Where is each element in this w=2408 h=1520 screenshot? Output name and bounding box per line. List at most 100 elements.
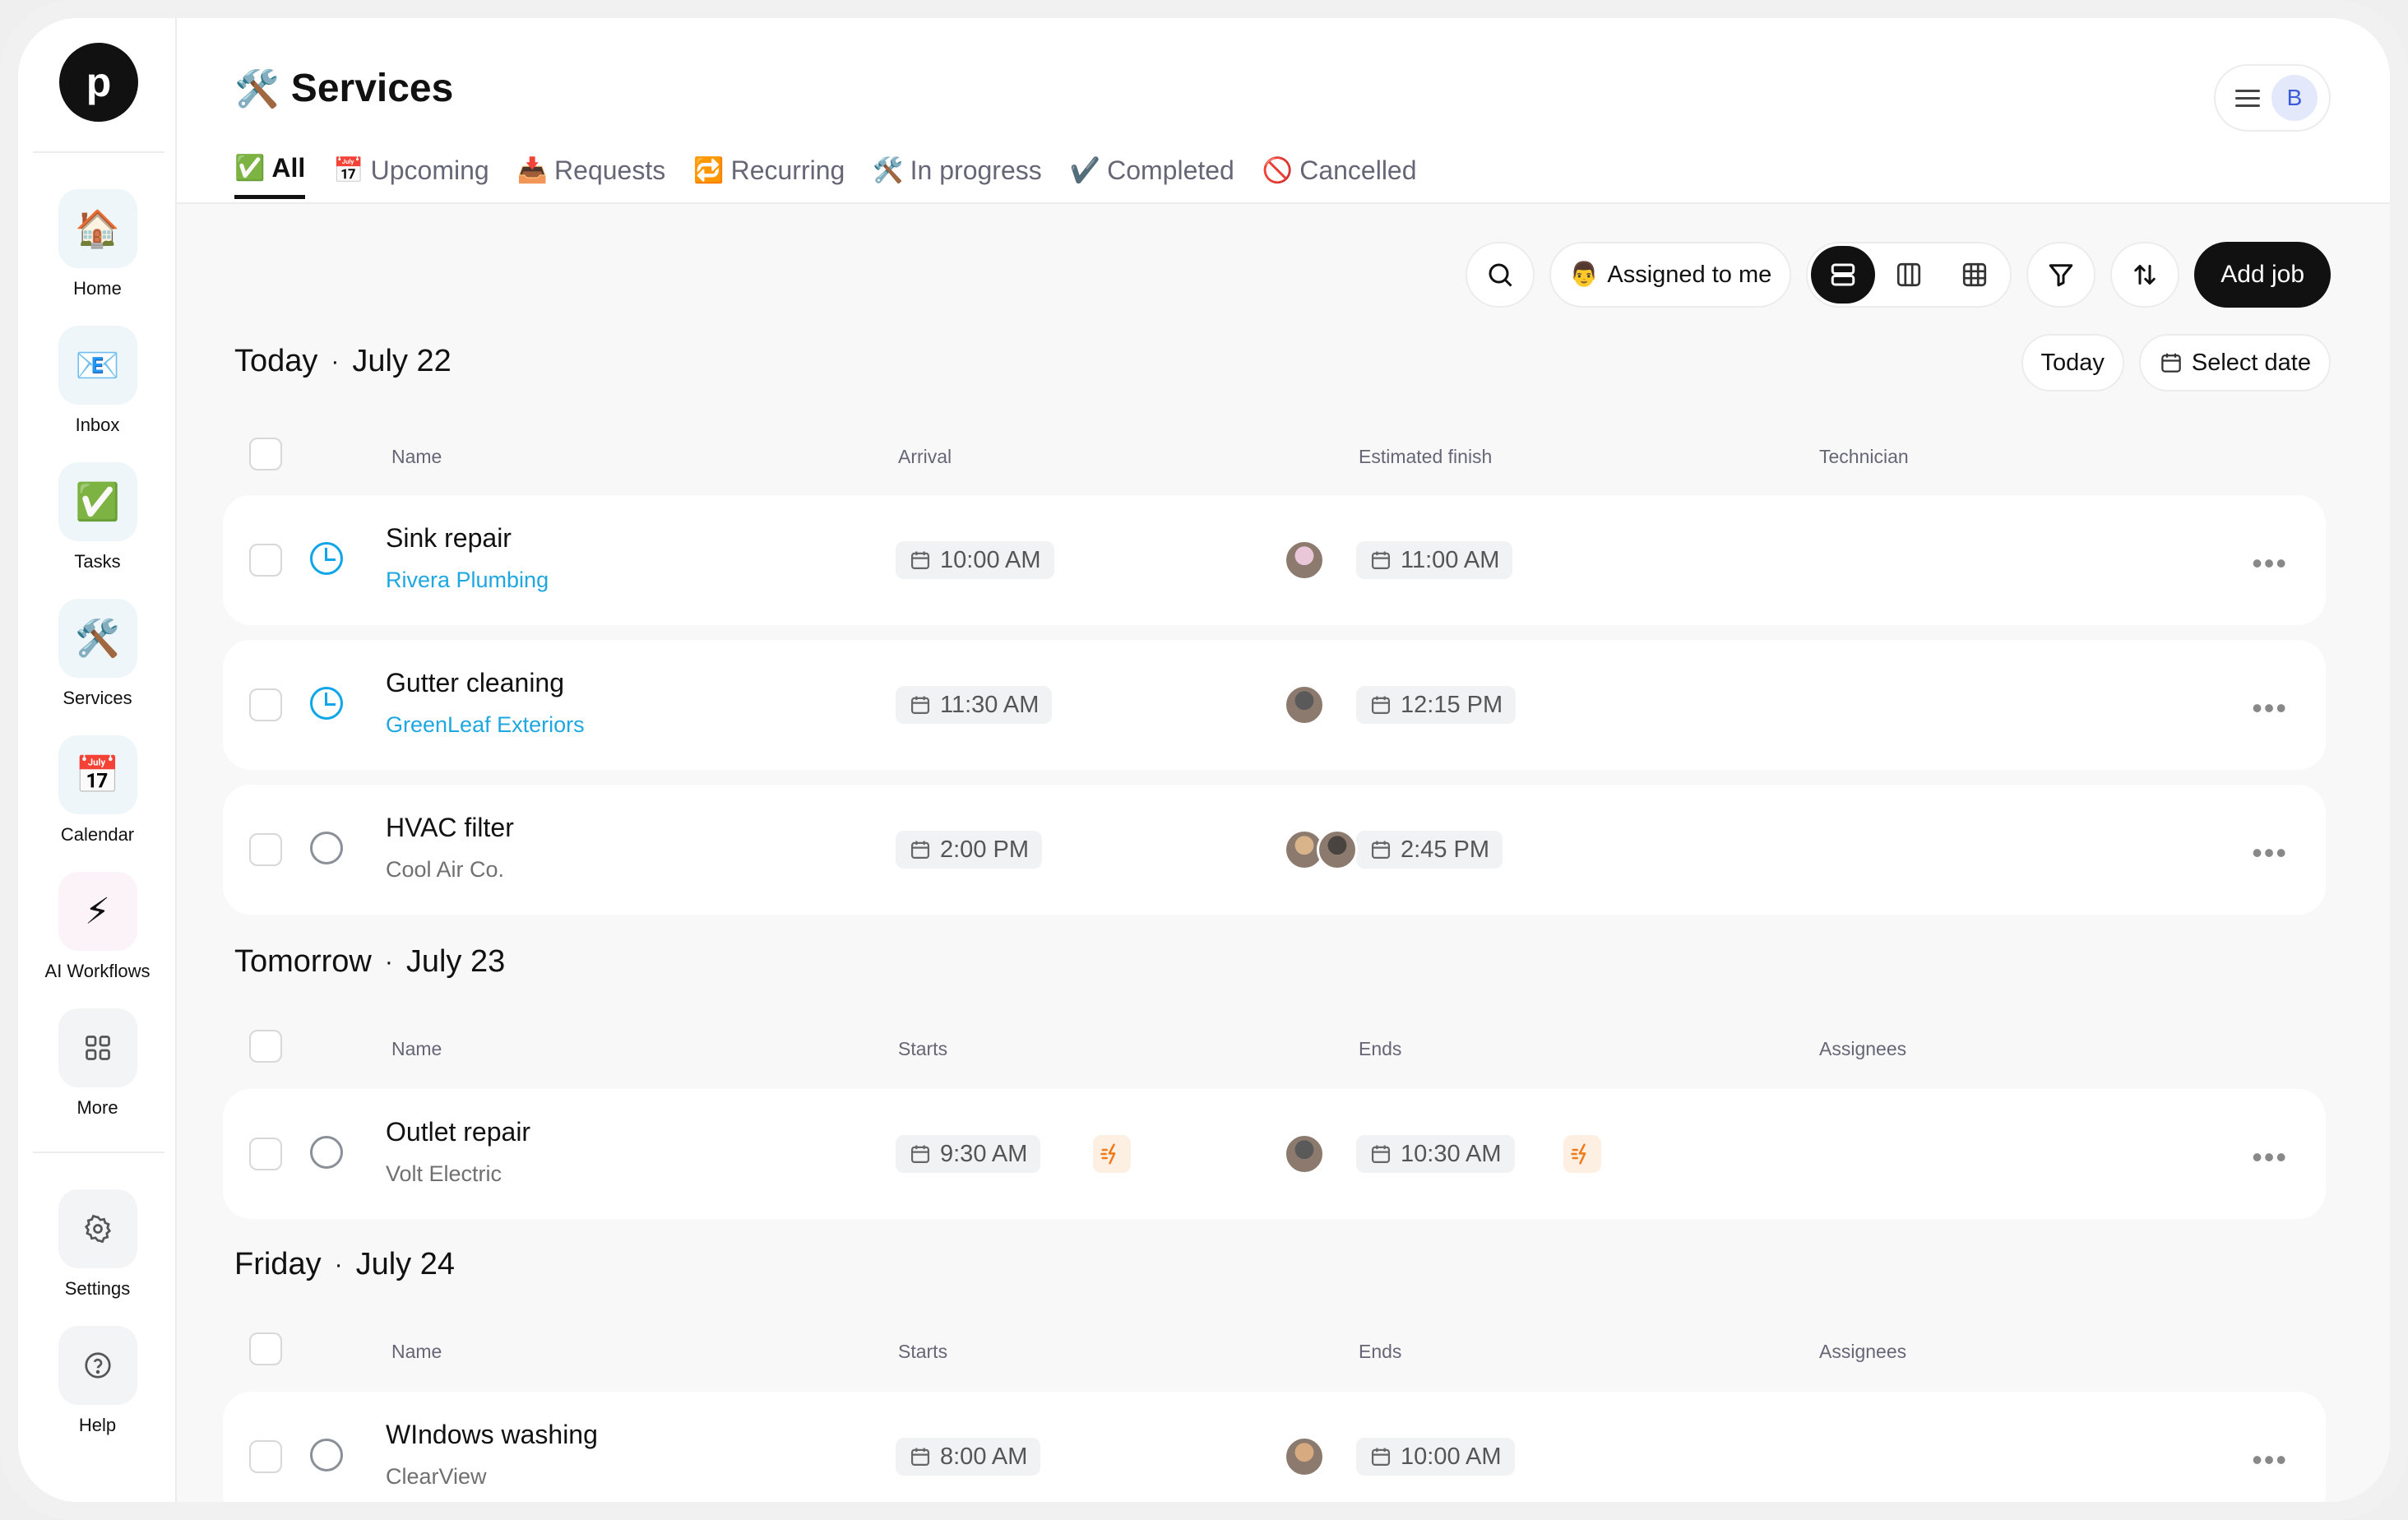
sidebar-item-label: Services: [63, 688, 132, 708]
sidebar-item-settings[interactable]: Settings: [18, 1189, 177, 1300]
client-name[interactable]: GreenLeaf Exteriors: [386, 712, 585, 738]
end-time: 10:00 AM: [1356, 1438, 1515, 1476]
assignee-avatars[interactable]: [1284, 1436, 1325, 1477]
tools-icon: 🛠️: [234, 68, 280, 109]
row-checkbox[interactable]: [249, 544, 282, 577]
sidebar-item-label: More: [76, 1097, 118, 1118]
services-icon: 🛠️: [58, 599, 137, 678]
sidebar-item-more[interactable]: More: [18, 1008, 177, 1119]
sidebar-item-label: Tasks: [74, 551, 121, 572]
calendar-icon: [2161, 353, 2181, 373]
avatar: [1284, 1436, 1325, 1477]
end-time: 10:30 AM: [1356, 1135, 1515, 1173]
app-window: p 🏠 Home 📧 Inbox ✅ Tasks 🛠️ Services 📅 C…: [18, 18, 2390, 1502]
more-options-icon[interactable]: •••: [2252, 1140, 2288, 1175]
assignee-avatars[interactable]: [1284, 829, 1358, 870]
app-logo[interactable]: p: [59, 43, 138, 122]
column-header-assignees: Assignees: [1819, 1038, 1907, 1059]
open-status-icon[interactable]: [310, 1439, 343, 1471]
tab-label: In progress: [910, 155, 1042, 185]
today-button[interactable]: Today: [2021, 334, 2124, 392]
select-all-checkbox[interactable]: [249, 1332, 282, 1365]
avatar: [1284, 684, 1325, 725]
sidebar-item-inbox[interactable]: 📧 Inbox: [18, 326, 177, 436]
table-row[interactable]: Outlet repair Volt Electric 9:30 AM 10:30 A…: [223, 1089, 2326, 1219]
tab-in-progress[interactable]: 🛠️ In progress: [873, 153, 1041, 199]
lightning-icon: ⚡: [58, 872, 137, 951]
sidebar-item-label: AI Workflows: [44, 961, 150, 981]
more-options-icon[interactable]: •••: [2252, 836, 2288, 870]
list-view-button[interactable]: [1811, 246, 1876, 304]
tab-cancelled[interactable]: 🚫 Cancelled: [1262, 153, 1417, 199]
search-button[interactable]: [1466, 242, 1535, 308]
start-time: 11:30 AM: [896, 686, 1053, 724]
assignee-avatars[interactable]: [1284, 684, 1325, 725]
calendar-icon: [1371, 696, 1391, 715]
select-date-button[interactable]: Select date: [2138, 334, 2331, 392]
select-all-checkbox[interactable]: [249, 1030, 282, 1063]
section-day: Friday: [234, 1247, 322, 1281]
assignee-avatars[interactable]: [1284, 1133, 1325, 1175]
sidebar-item-services[interactable]: 🛠️ Services: [18, 599, 177, 709]
calendar-icon: [910, 1448, 930, 1467]
table-row[interactable]: WIndows washing ClearView 8:00 AM 10:00 AM •…: [223, 1392, 2326, 1502]
start-time-text: 8:00 AM: [940, 1443, 1028, 1470]
row-checkbox[interactable]: [249, 1440, 282, 1473]
table-row[interactable]: HVAC filter Cool Air Co. 2:00 PM 2:45 PM •••: [223, 785, 2326, 915]
filter-button[interactable]: [2026, 242, 2096, 308]
assigned-to-me-filter[interactable]: 👨 Assigned to me: [1549, 242, 1792, 308]
job-name: HVAC filter: [386, 813, 514, 842]
section-day: Tomorrow: [234, 944, 372, 979]
job-name: Outlet repair: [386, 1117, 531, 1147]
assignee-avatars[interactable]: [1284, 540, 1325, 581]
in-progress-status-icon[interactable]: [310, 542, 343, 575]
end-time-text: 11:00 AM: [1401, 546, 1500, 573]
column-header-starts: Starts: [898, 1038, 948, 1059]
more-options-icon[interactable]: •••: [2252, 691, 2288, 725]
sort-button[interactable]: [2110, 242, 2180, 308]
calendar-icon: [910, 1145, 930, 1164]
avatar: [1317, 829, 1358, 870]
fast-forward-lightning-icon: [1100, 1143, 1116, 1165]
grid-view-button[interactable]: [1943, 246, 2007, 304]
row-checkbox[interactable]: [249, 688, 282, 721]
calendar-icon: 📅: [58, 735, 137, 814]
sidebar-item-calendar[interactable]: 📅 Calendar: [18, 735, 177, 846]
inbox-icon: 📧: [58, 326, 137, 405]
column-headers: Name Starts Ends Assignees: [177, 1326, 2390, 1375]
tab-all[interactable]: ✅ All: [234, 153, 306, 199]
row-checkbox[interactable]: [249, 1138, 282, 1170]
client-name[interactable]: Rivera Plumbing: [386, 568, 549, 593]
open-status-icon[interactable]: [310, 1136, 343, 1169]
avatar: [1284, 540, 1325, 581]
more-options-icon[interactable]: •••: [2252, 1443, 2288, 1477]
separator-dot: ·: [331, 347, 340, 375]
person-icon: 👨: [1569, 262, 1600, 288]
sidebar-item-help[interactable]: Help: [18, 1326, 177, 1436]
checkmark-icon: ✔️: [1069, 156, 1101, 184]
add-job-button[interactable]: Add job: [2194, 242, 2331, 308]
sidebar-item-ai-workflows[interactable]: ⚡ AI Workflows: [18, 872, 177, 982]
end-time-text: 2:45 PM: [1401, 836, 1489, 863]
filter-icon: [2049, 264, 2073, 287]
tab-recurring[interactable]: 🔁 Recurring: [693, 153, 845, 199]
account-menu[interactable]: B: [2214, 64, 2331, 132]
section-date: July 22: [352, 344, 452, 378]
row-checkbox[interactable]: [249, 833, 282, 866]
table-row[interactable]: Gutter cleaning GreenLeaf Exteriors 11:30 …: [223, 640, 2326, 770]
start-time: 10:00 AM: [896, 541, 1054, 579]
sidebar-item-tasks[interactable]: ✅ Tasks: [18, 462, 177, 572]
tab-requests[interactable]: 📥 Requests: [517, 153, 666, 199]
date-controls: Today Select date: [2021, 334, 2331, 392]
table-row[interactable]: Sink repair Rivera Plumbing 10:00 AM 11:00 …: [223, 495, 2326, 625]
sidebar-item-home[interactable]: 🏠 Home: [18, 189, 177, 299]
open-status-icon[interactable]: [310, 832, 343, 864]
board-view-button[interactable]: [1877, 246, 1941, 304]
more-options-icon[interactable]: •••: [2252, 546, 2288, 581]
in-progress-status-icon[interactable]: [310, 687, 343, 720]
sidebar-item-label: Inbox: [75, 415, 120, 435]
device-frame: p 🏠 Home 📧 Inbox ✅ Tasks 🛠️ Services 📅 C…: [0, 0, 2408, 1520]
tab-completed[interactable]: ✔️ Completed: [1070, 153, 1234, 199]
tab-upcoming[interactable]: 📅 Upcoming: [333, 153, 489, 199]
select-all-checkbox[interactable]: [249, 438, 282, 470]
